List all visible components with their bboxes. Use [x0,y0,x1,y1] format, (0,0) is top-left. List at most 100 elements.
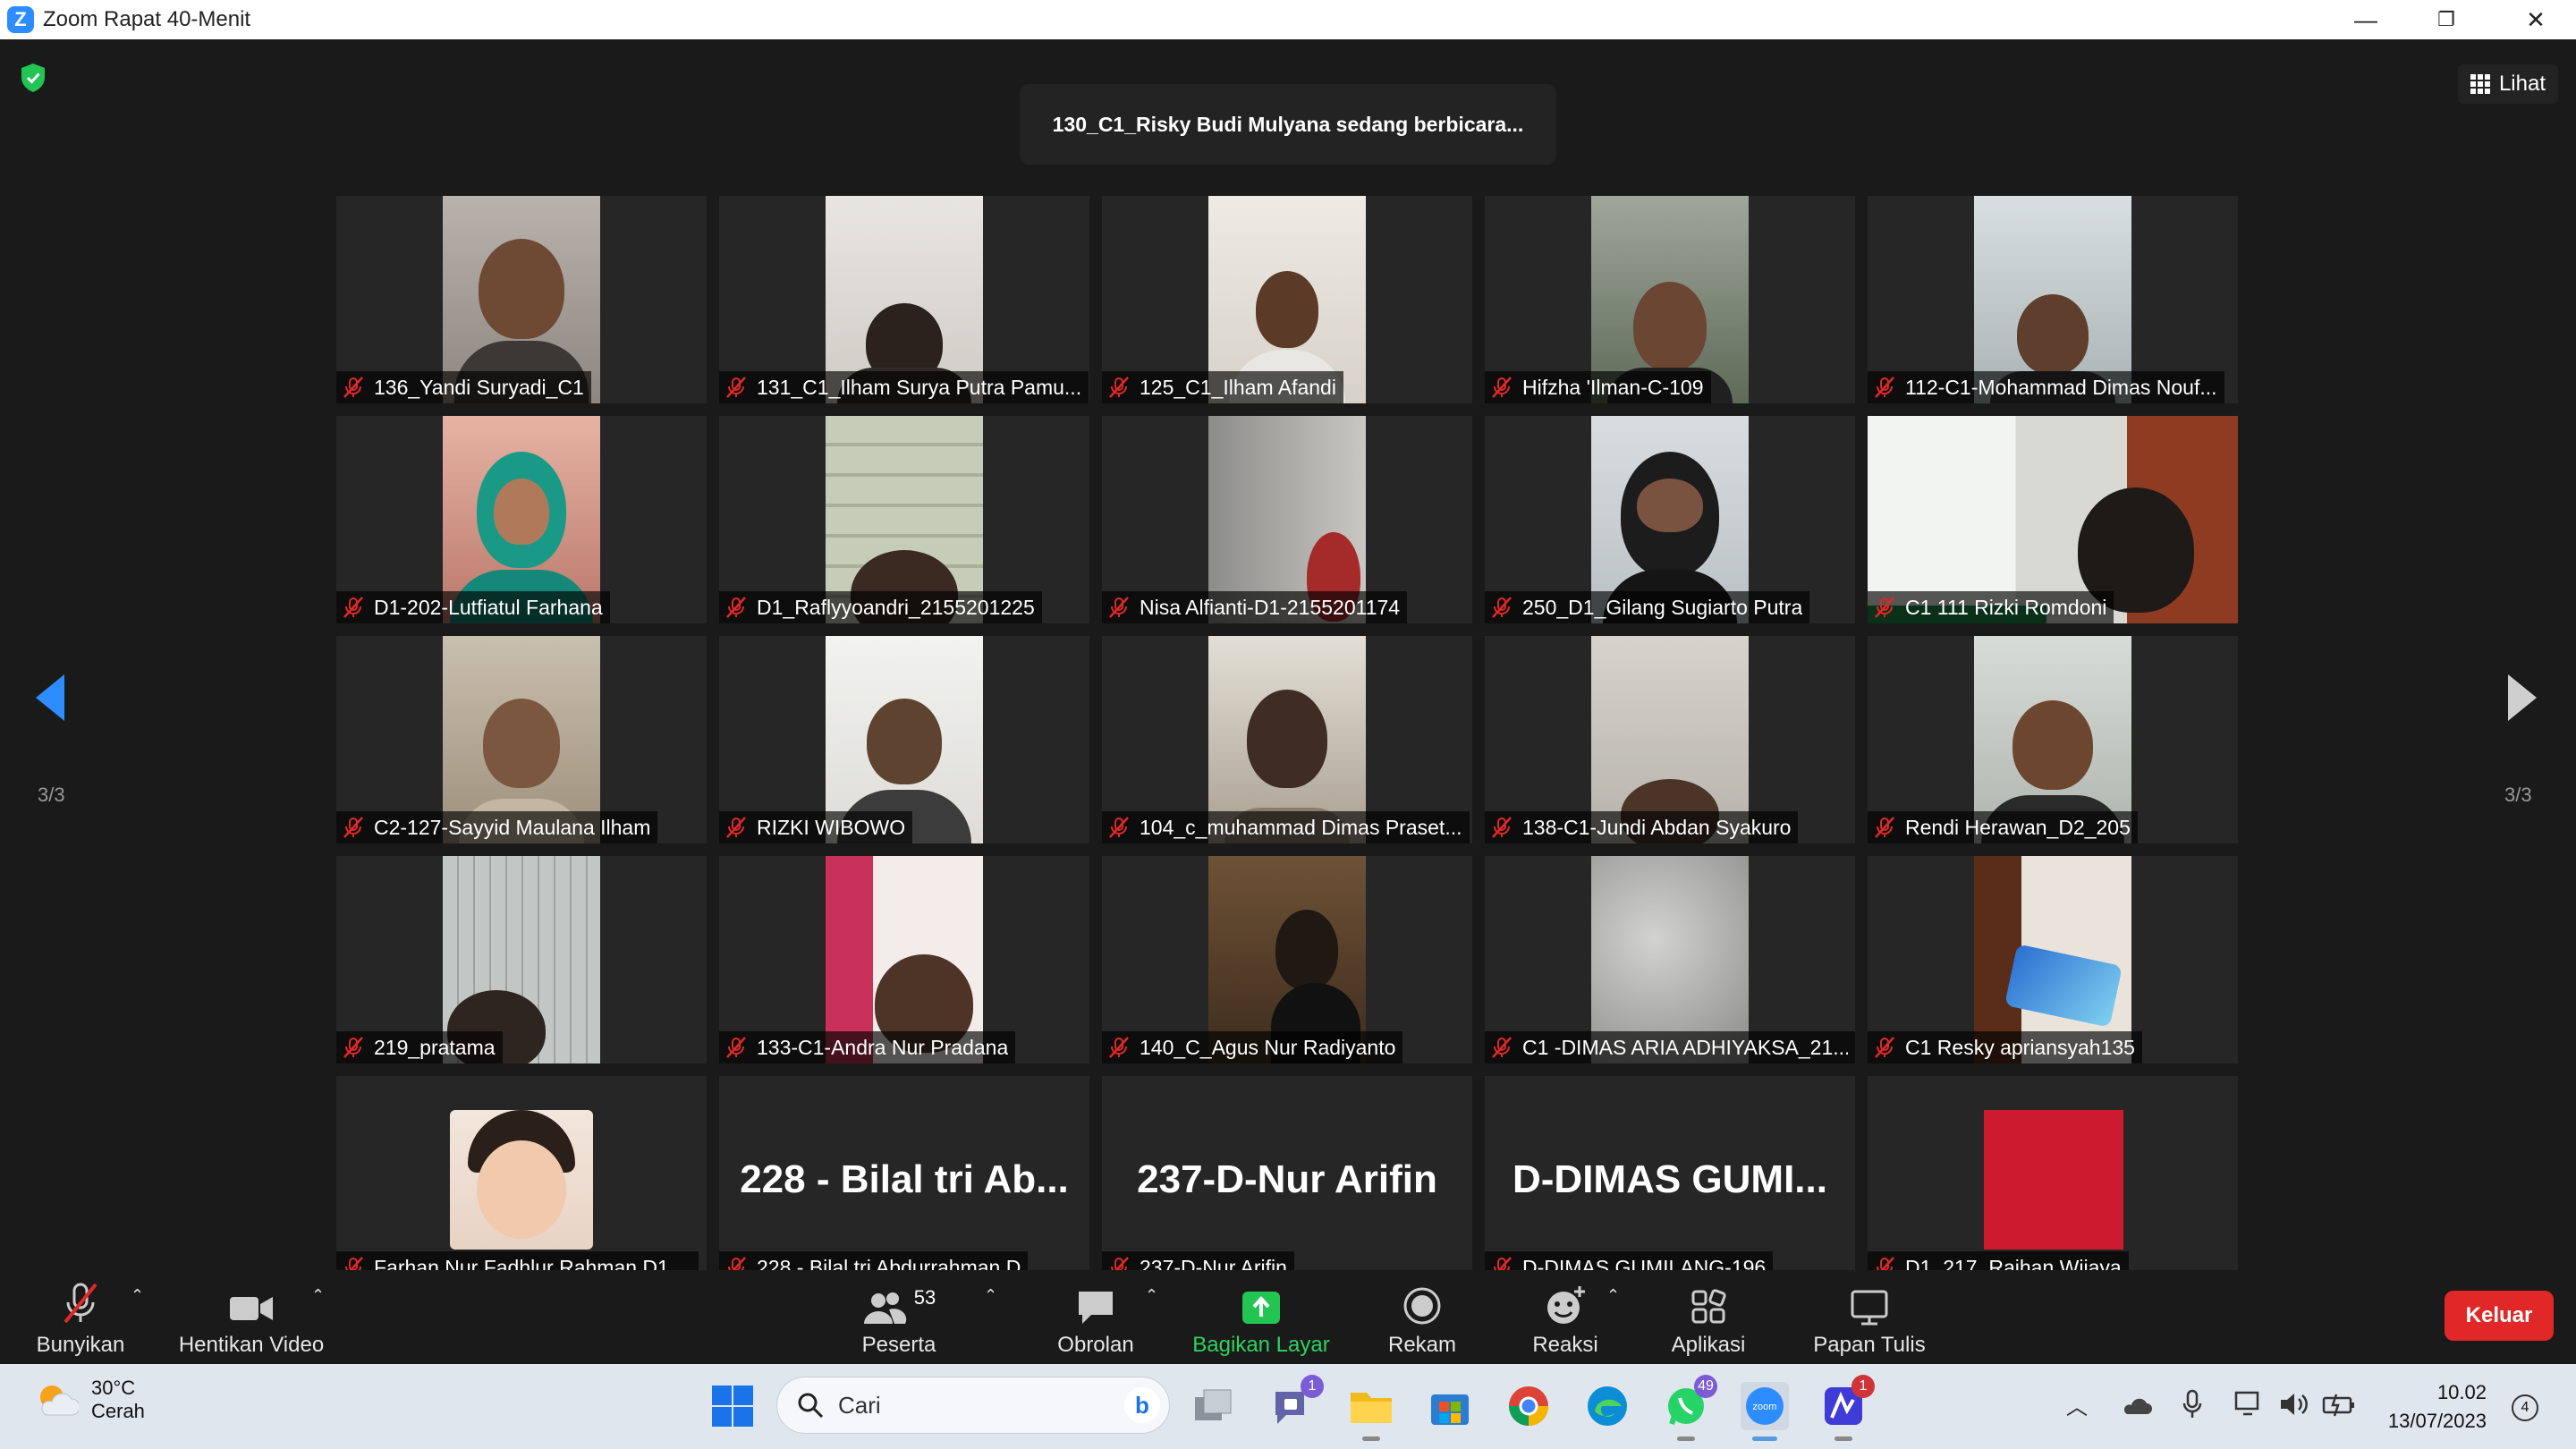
zoom-logo-icon: Z [7,6,34,33]
participant-tile[interactable]: Hifzha 'Ilman-C-109 [1485,196,1855,403]
next-page-arrow-icon[interactable] [2504,671,2540,724]
close-button[interactable]: ✕ [2496,0,2576,39]
chrome-button[interactable] [1504,1382,1553,1430]
notification-count-badge[interactable]: 4 [2512,1394,2538,1421]
network-icon[interactable] [2234,1391,2265,1418]
edge-icon [1588,1386,1627,1426]
participant-name-label: C1 -DIMAS ARIA ADHIYAKSA_21... [1485,1031,1855,1063]
participant-name-label: Nisa Alfianti-D1-2155201174 [1102,591,1408,623]
participant-tile[interactable]: 104_c_muhammad Dimas Praset... [1102,636,1472,843]
participant-name-label: 138-C1-Jundi Abdan Syakuro [1485,811,1799,843]
participant-tile[interactable]: C1 Resky apriansyah135 [1868,856,2238,1063]
reaction-emoji-icon [1547,1286,1585,1324]
reactions-button[interactable]: Reaksi [1521,1270,1610,1364]
video-camera-icon [230,1297,273,1320]
participant-name-label: 125_C1_Ilham Afandi [1102,371,1343,403]
windows-logo-icon [712,1385,753,1427]
muted-mic-icon [1109,377,1129,398]
muted-mic-icon [343,817,363,838]
share-screen-button[interactable]: Bagikan Layar [1190,1270,1333,1364]
muted-mic-icon [726,1037,746,1058]
participant-tile[interactable]: C1 -DIMAS ARIA ADHIYAKSA_21... [1485,856,1855,1063]
participant-tile[interactable]: 219_pratama [336,856,707,1063]
chat-options-caret[interactable]: ⌃ [1145,1286,1158,1305]
previous-page-arrow-icon[interactable] [32,671,68,724]
muted-mic-icon [1492,597,1512,618]
show-hidden-icons-chevron[interactable]: ︿ [2066,1389,2088,1420]
participant-tile[interactable]: 140_C_Agus Nur Radiyanto [1102,856,1472,1063]
participant-tile[interactable]: 112-C1-Mohammad Dimas Nouf... [1868,196,2238,403]
participant-tile[interactable]: D1_217_Raihan Wijaya [1868,1076,2238,1284]
muted-mic-icon [726,377,746,398]
edge-button[interactable] [1583,1382,1631,1430]
participant-name-label: D1-202-Lutfiatul Farhana [336,591,610,623]
participant-tile[interactable]: 228 - Bilal tri Ab... 228 - Bilal tri Ab… [719,1076,1089,1284]
microsoft-store-button[interactable] [1426,1382,1474,1430]
task-view-button[interactable] [1190,1382,1238,1430]
participant-tile[interactable]: 131_C1_Ilham Surya Putra Pamu... [719,196,1089,403]
participant-tile[interactable]: C1 111 Rizki Romdoni [1868,416,2238,623]
muted-mic-icon [343,597,363,618]
reactions-options-caret[interactable]: ⌃ [1606,1286,1620,1305]
window-title: Zoom Rapat 40-Menit [43,7,251,31]
participant-name-label: 136_Yandi Suryadi_C1 [336,371,591,403]
file-explorer-button[interactable] [1347,1382,1395,1441]
meeting-toolbar: Bunyikan ⌃ Hentikan Video ⌃ 53 Peserta ⌃… [0,1270,2576,1364]
participant-name-label: C1 Resky apriansyah135 [1868,1031,2142,1063]
participant-tile[interactable]: D1-202-Lutfiatul Farhana [336,416,707,623]
encryption-shield-icon[interactable] [20,63,47,93]
participant-tile[interactable]: RIZKI WIBOWO [719,636,1089,843]
participant-tile[interactable]: Farhan Nur Fadhlur Rahman D1 ... [336,1076,707,1284]
microphone-icon[interactable] [2182,1389,2202,1419]
audio-options-caret[interactable]: ⌃ [131,1286,144,1305]
unmute-button[interactable]: Bunyikan [36,1270,125,1364]
minimize-button[interactable]: — [2326,0,2406,39]
weather-widget[interactable]: 30°C Cerah [34,1377,145,1423]
taskbar-search-box[interactable]: Cari b [776,1377,1170,1434]
volume-icon[interactable] [2279,1391,2309,1418]
participant-tile[interactable]: D-DIMAS GUMI... D-DIMAS GUMILANG-196 [1485,1076,1855,1284]
pinned-app-button[interactable]: 1 [1819,1375,1875,1441]
title-bar: Z Zoom Rapat 40-Menit — ❐ ✕ [0,0,2576,39]
muted-mic-icon [343,377,363,398]
participant-tile[interactable]: 125_C1_Ilham Afandi [1102,196,1472,403]
bing-icon[interactable]: b [1124,1387,1160,1423]
participants-options-caret[interactable]: ⌃ [984,1286,997,1305]
participant-tile[interactable]: C2-127-Sayyid Maulana Ilham [336,636,707,843]
participant-tile[interactable]: 136_Yandi Suryadi_C1 [336,196,707,403]
apps-button[interactable]: Aplikasi [1664,1270,1753,1364]
participant-tile[interactable]: 138-C1-Jundi Abdan Syakuro [1485,636,1855,843]
teams-chat-button[interactable]: 1 [1268,1375,1324,1430]
active-speaker-banner: 130_C1_Risky Budi Mulyana sedang berbica… [1020,84,1556,165]
record-button[interactable]: Rekam [1377,1270,1467,1364]
participant-name-label: 112-C1-Mohammad Dimas Nouf... [1868,371,2224,403]
onedrive-cloud-icon[interactable] [2122,1394,2152,1416]
participant-tile[interactable]: 237-D-Nur Arifin 237-D-Nur Arifin [1102,1076,1472,1284]
leave-meeting-button[interactable]: Keluar [2445,1291,2554,1341]
participant-tile[interactable]: Rendi Herawan_D2_205 [1868,636,2238,843]
whatsapp-button[interactable]: 49 [1662,1375,1717,1441]
page-indicator-right: 3/3 [2504,784,2532,806]
zoom-taskbar-button[interactable]: zoom [1741,1382,1789,1441]
taskbar-clock[interactable]: 10.02 13/07/2023 [2388,1378,2487,1436]
battery-charging-icon[interactable] [2322,1391,2356,1418]
stop-video-button[interactable]: Hentikan Video [175,1270,327,1364]
muted-mic-icon [1875,597,1894,618]
search-placeholder: Cari [838,1391,881,1419]
video-gallery: 136_Yandi Suryadi_C1 131_C1_Ilham Surya … [336,196,2240,1284]
participant-tile[interactable]: 133-C1-Andra Nur Pradana [719,856,1089,1063]
whiteboard-button[interactable]: Papan Tulis [1807,1270,1932,1364]
chat-button[interactable]: Obrolan [1046,1270,1145,1364]
participant-name-label: Hifzha 'Ilman-C-109 [1485,371,1711,403]
participant-tile[interactable]: Nisa Alfianti-D1-2155201174 [1102,416,1472,623]
start-button[interactable] [708,1382,757,1430]
video-options-caret[interactable]: ⌃ [311,1286,325,1305]
view-button[interactable]: Lihat [2457,64,2558,104]
view-button-label: Lihat [2498,72,2546,96]
participant-tile[interactable]: 250_D1_Gilang Sugiarto Putra [1485,416,1855,623]
participants-button[interactable]: 53 Peserta [850,1270,948,1364]
restore-button[interactable]: ❐ [2406,0,2487,39]
profile-picture [450,1110,593,1250]
participant-tile[interactable]: D1_Raflyyoandri_2155201225 [719,416,1089,623]
svg-text:zoom: zoom [1753,1402,1777,1412]
